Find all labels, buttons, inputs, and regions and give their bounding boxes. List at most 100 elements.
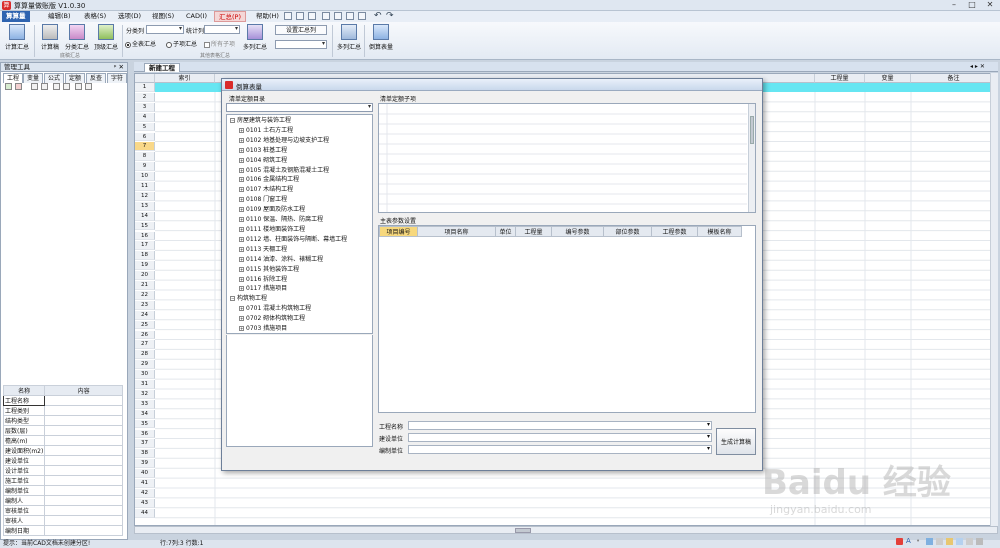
- expand-icon[interactable]: +: [239, 326, 244, 332]
- catalog-select[interactable]: [226, 103, 373, 112]
- summary-col-select[interactable]: [275, 40, 327, 49]
- maximize-button[interactable]: □: [964, 0, 980, 10]
- expand-icon[interactable]: +: [239, 197, 244, 203]
- expand-icon[interactable]: +: [239, 306, 244, 312]
- info-value-cell[interactable]: [44, 395, 123, 406]
- tray-icon[interactable]: [956, 538, 963, 545]
- class-col-select[interactable]: [146, 25, 184, 34]
- row-number[interactable]: 27: [135, 340, 155, 350]
- up-icon[interactable]: [53, 83, 60, 90]
- tab-new-project[interactable]: 新建工程: [144, 63, 180, 72]
- row-number[interactable]: 10: [135, 172, 155, 181]
- info-value-cell[interactable]: [44, 505, 123, 516]
- multi-summary-button[interactable]: 多列汇总: [242, 24, 268, 56]
- menu-edit[interactable]: 编辑(B): [44, 11, 75, 22]
- row-number[interactable]: 25: [135, 320, 155, 330]
- user-icon[interactable]: [946, 538, 953, 545]
- row-number[interactable]: 3: [135, 102, 155, 112]
- info-value-cell[interactable]: [44, 485, 123, 496]
- row-number[interactable]: 1: [135, 83, 155, 92]
- input-method-icon[interactable]: [896, 538, 903, 545]
- row-number[interactable]: 41: [135, 479, 155, 488]
- tree-group-node[interactable]: − 构筑物工程: [230, 294, 369, 304]
- expand-icon[interactable]: +: [239, 147, 244, 153]
- settings-summary-button[interactable]: 设置汇总列: [275, 25, 327, 35]
- row-number[interactable]: 20: [135, 271, 155, 280]
- dot-icon[interactable]: •: [916, 537, 923, 545]
- tree-node[interactable]: +0108 门窗工程: [230, 195, 369, 205]
- tab-character[interactable]: 字符: [107, 73, 127, 83]
- minimize-button[interactable]: –: [946, 0, 962, 10]
- tree-node[interactable]: +0115 其他装饰工程: [230, 265, 369, 275]
- catalog-tree[interactable]: − 房屋建筑与装饰工程 +0101 土石方工程 +0102 地基处理与边坡支护工程 +0…: [226, 114, 373, 334]
- down-icon[interactable]: [63, 83, 70, 90]
- language-icon[interactable]: A: [906, 537, 913, 545]
- row-number[interactable]: 14: [135, 211, 155, 221]
- tree-node[interactable]: +0104 砌筑工程: [230, 156, 369, 166]
- expand-icon[interactable]: +: [239, 316, 244, 322]
- undo-icon[interactable]: ↶: [374, 11, 382, 21]
- row-number[interactable]: 26: [135, 330, 155, 340]
- tray-icon[interactable]: [966, 538, 973, 545]
- param-col-header[interactable]: 工程参数: [651, 226, 698, 237]
- radio-child[interactable]: 子项汇总: [166, 39, 197, 48]
- menu-table[interactable]: 表格(S): [80, 11, 110, 22]
- tree-group-node[interactable]: − 房屋建筑与装饰工程: [230, 116, 369, 126]
- row-number[interactable]: 43: [135, 498, 155, 508]
- row-number[interactable]: 21: [135, 281, 155, 290]
- import-icon[interactable]: [31, 83, 38, 90]
- chk-all-sub[interactable]: 所有子项: [204, 39, 235, 48]
- param-col-header[interactable]: 模板名称: [697, 226, 742, 237]
- row-number[interactable]: 7: [135, 142, 155, 152]
- row-number[interactable]: 17: [135, 241, 155, 251]
- row-number[interactable]: 32: [135, 389, 155, 399]
- info-row[interactable]: 层数(层): [2, 425, 123, 436]
- row-number[interactable]: 5: [135, 122, 155, 132]
- col-header-variable[interactable]: 变量: [865, 74, 911, 83]
- row-number[interactable]: 24: [135, 310, 155, 320]
- info-row[interactable]: 建设单位: [2, 455, 123, 466]
- tree-node[interactable]: +0703 措施项目: [230, 324, 369, 334]
- items-scrollbar[interactable]: [748, 104, 755, 212]
- menu-view[interactable]: 视图(S): [148, 11, 178, 22]
- expand-icon[interactable]: +: [239, 127, 244, 133]
- row-number[interactable]: 11: [135, 182, 155, 191]
- horizontal-scrollbar[interactable]: [134, 526, 998, 534]
- build-unit-select[interactable]: [408, 433, 712, 442]
- top-summary-button[interactable]: 顶级汇总: [93, 24, 119, 56]
- tree-node[interactable]: +0109 屋面及防水工程: [230, 205, 369, 215]
- expand-icon[interactable]: +: [239, 276, 244, 282]
- info-row[interactable]: 编制人: [2, 495, 123, 506]
- info-row[interactable]: 工程名称: [2, 395, 123, 406]
- new-file-icon[interactable]: [284, 12, 292, 20]
- expand-icon[interactable]: +: [239, 256, 244, 262]
- row-number[interactable]: 19: [135, 261, 155, 271]
- info-value-cell[interactable]: [44, 425, 123, 436]
- panel-pin-close-icon[interactable]: ᵖ ✕: [114, 63, 124, 72]
- redo-icon[interactable]: ↷: [386, 11, 394, 21]
- delete-icon[interactable]: [15, 83, 22, 90]
- tab-formula[interactable]: 公式: [44, 73, 65, 83]
- expand-icon[interactable]: +: [239, 236, 244, 242]
- expand-icon[interactable]: +: [239, 266, 244, 272]
- edit-unit-select[interactable]: [408, 445, 712, 454]
- tree-node[interactable]: +0701 混凝土构筑物工程: [230, 304, 369, 314]
- expand-icon[interactable]: +: [239, 137, 244, 143]
- menu-cad[interactable]: CAD(I): [182, 11, 211, 22]
- param-col-header[interactable]: 项目名称: [417, 226, 496, 237]
- menu-summary[interactable]: 汇总(P): [214, 11, 246, 22]
- info-value-cell[interactable]: [44, 525, 123, 536]
- info-row[interactable]: 编制单位: [2, 485, 123, 496]
- expand-icon[interactable]: +: [239, 217, 244, 223]
- row-number[interactable]: 34: [135, 409, 155, 419]
- project-name-select[interactable]: [408, 421, 712, 430]
- col-header-index[interactable]: 索引: [155, 74, 215, 83]
- tree-icon[interactable]: [75, 83, 82, 90]
- row-number[interactable]: 39: [135, 459, 155, 469]
- list-summary-button[interactable]: 多列汇总: [336, 24, 362, 56]
- info-row[interactable]: 审核人: [2, 515, 123, 526]
- row-number[interactable]: 31: [135, 380, 155, 389]
- param-col-header[interactable]: 单位: [495, 226, 516, 237]
- info-value-cell[interactable]: [44, 455, 123, 466]
- vertical-scrollbar[interactable]: [990, 73, 998, 526]
